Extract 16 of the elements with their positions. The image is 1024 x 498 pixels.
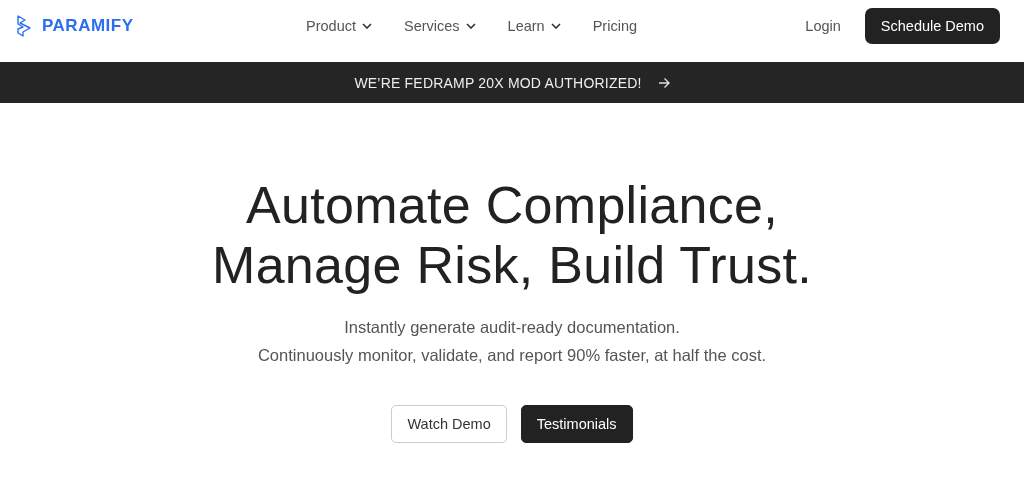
nav-link[interactable]: Learn	[507, 18, 561, 34]
arrow-right-icon[interactable]	[657, 76, 670, 89]
announcement-link[interactable]: WE’RE FEDRAMP 20X MOD AUTHORIZED!	[354, 74, 642, 91]
hero-headline: Automate Compliance, Manage Risk, Build Trust.	[212, 175, 812, 295]
nav-link[interactable]: Product	[306, 18, 372, 34]
hero-subtitle: Instantly generate audit-ready documentation. Continuously monitor, validate, and report 90% faster, at half the cost.	[257, 317, 767, 366]
chevron-down-icon	[550, 23, 561, 29]
login-link[interactable]: Login	[805, 18, 841, 34]
chevron-down-icon	[362, 23, 372, 29]
brand-name[interactable]: PARAMIFY	[42, 16, 134, 36]
hero-button[interactable]: Watch Demo	[391, 405, 507, 443]
schedule-demo-button[interactable]: Schedule Demo	[864, 8, 1000, 44]
chevron-down-icon	[465, 23, 476, 29]
nav-link[interactable]: Services	[404, 18, 476, 34]
nav-link[interactable]: Pricing	[592, 18, 637, 34]
hero-button[interactable]: Testimonials	[520, 405, 633, 443]
